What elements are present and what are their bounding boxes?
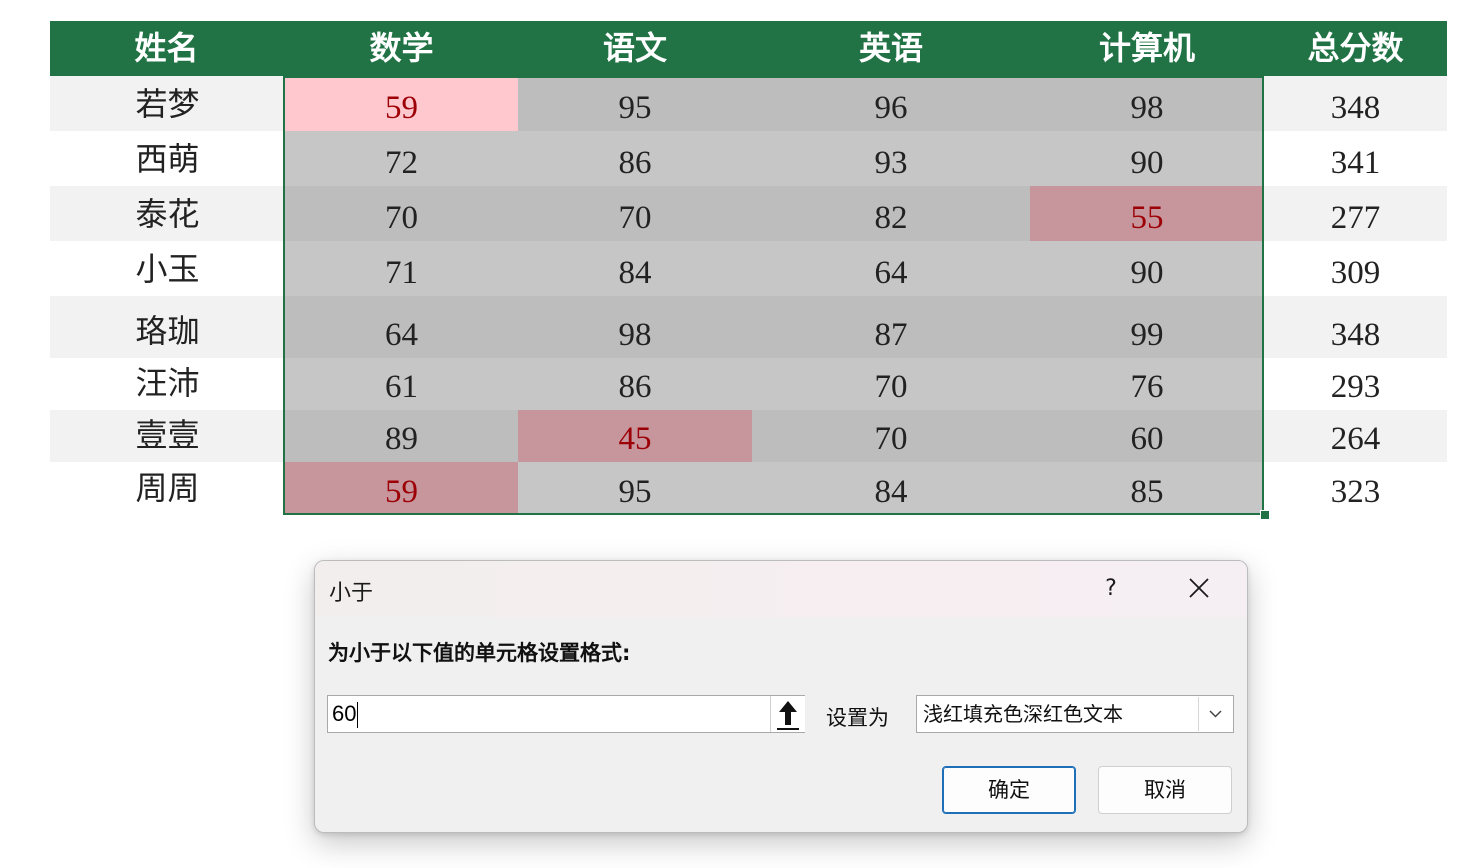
cell-chinese[interactable]: 45 (518, 410, 752, 462)
cell-english[interactable]: 70 (752, 358, 1030, 410)
value-text: 60 (332, 701, 357, 726)
cell-chinese[interactable]: 95 (518, 76, 752, 131)
cell-name[interactable]: 壹壹 (50, 410, 285, 462)
table-row: 若梦 59 95 96 98 348 (50, 76, 1447, 131)
cell-english[interactable]: 64 (752, 241, 1030, 296)
ok-button[interactable]: 确定 (942, 766, 1076, 814)
cell-name[interactable]: 小玉 (50, 241, 285, 296)
cell-english[interactable]: 87 (752, 296, 1030, 358)
cell-math[interactable]: 59 (285, 462, 518, 515)
cell-chinese[interactable]: 95 (518, 462, 752, 515)
format-dropdown[interactable]: 浅红填充色深红色文本 (916, 695, 1234, 733)
cell-math[interactable]: 70 (285, 186, 518, 241)
cell-english[interactable]: 93 (752, 131, 1030, 186)
value-input[interactable]: 60 (327, 695, 805, 733)
table-row: 汪沛 61 86 70 76 293 (50, 358, 1447, 410)
format-dropdown-value: 浅红填充色深红色文本 (923, 702, 1123, 726)
cell-english[interactable]: 82 (752, 186, 1030, 241)
table-row: 泰花 70 70 82 55 277 (50, 186, 1447, 241)
cell-math[interactable]: 59 (285, 76, 518, 131)
cell-total[interactable]: 293 (1264, 358, 1447, 410)
cell-math[interactable]: 71 (285, 241, 518, 296)
range-select-arrow-icon (777, 701, 799, 730)
text-caret (357, 702, 359, 729)
set-as-label: 设置为 (826, 706, 889, 730)
cell-total[interactable]: 309 (1264, 241, 1447, 296)
cell-computer[interactable]: 60 (1030, 410, 1264, 462)
cell-name[interactable]: 西萌 (50, 131, 285, 186)
dialog-title: 小于 (329, 581, 374, 606)
cell-name[interactable]: 泰花 (50, 186, 285, 241)
cell-math[interactable]: 89 (285, 410, 518, 462)
cell-computer[interactable]: 55 (1030, 186, 1264, 241)
cell-math[interactable]: 61 (285, 358, 518, 410)
cell-chinese[interactable]: 98 (518, 296, 752, 358)
cell-name[interactable]: 若梦 (50, 76, 285, 131)
dialog-prompt: 为小于以下值的单元格设置格式: (328, 641, 631, 665)
cell-math[interactable]: 64 (285, 296, 518, 358)
dropdown-arrow[interactable] (1198, 697, 1232, 731)
dialog-title-bar[interactable]: 小于 ? (315, 561, 1247, 617)
cell-chinese[interactable]: 70 (518, 186, 752, 241)
table-row: 壹壹 89 45 70 60 264 (50, 410, 1447, 462)
cell-total[interactable]: 348 (1264, 76, 1447, 131)
cell-computer[interactable]: 76 (1030, 358, 1264, 410)
cell-name[interactable]: 周周 (50, 462, 285, 515)
cell-computer[interactable]: 99 (1030, 296, 1264, 358)
cell-english[interactable]: 70 (752, 410, 1030, 462)
cell-computer[interactable]: 90 (1030, 241, 1264, 296)
fill-handle[interactable] (1260, 510, 1270, 520)
close-icon (1189, 578, 1209, 598)
cell-total[interactable]: 323 (1264, 462, 1447, 515)
cell-computer[interactable]: 85 (1030, 462, 1264, 515)
table-row: 珞珈 64 98 87 99 348 (50, 296, 1447, 358)
table-row: 西萌 72 86 93 90 341 (50, 131, 1447, 186)
cancel-button[interactable]: 取消 (1098, 766, 1232, 814)
table-row: 小玉 71 84 64 90 309 (50, 241, 1447, 296)
cell-total[interactable]: 341 (1264, 131, 1447, 186)
close-button[interactable] (1177, 571, 1221, 607)
cell-name[interactable]: 珞珈 (50, 296, 285, 358)
header-cell-chinese[interactable]: 语文 (518, 21, 752, 76)
cell-total[interactable]: 277 (1264, 186, 1447, 241)
help-button[interactable]: ? (1097, 571, 1125, 607)
table-row: 周周 59 95 84 85 323 (50, 462, 1447, 515)
cell-math[interactable]: 72 (285, 131, 518, 186)
cell-computer[interactable]: 90 (1030, 131, 1264, 186)
cell-name[interactable]: 汪沛 (50, 358, 285, 410)
cell-english[interactable]: 96 (752, 76, 1030, 131)
cell-total[interactable]: 348 (1264, 296, 1447, 358)
range-select-button[interactable] (770, 696, 805, 732)
cell-computer[interactable]: 98 (1030, 76, 1264, 131)
cell-chinese[interactable]: 86 (518, 131, 752, 186)
cell-total[interactable]: 264 (1264, 410, 1447, 462)
cell-chinese[interactable]: 84 (518, 241, 752, 296)
header-cell-name[interactable]: 姓名 (50, 21, 283, 76)
chevron-down-icon (1209, 710, 1222, 718)
less-than-dialog: 小于 ? 为小于以下值的单元格设置格式: 60 设置为 浅红填充色深红色文本 确… (314, 560, 1248, 833)
cell-chinese[interactable]: 86 (518, 358, 752, 410)
header-cell-computer[interactable]: 计算机 (1030, 21, 1264, 76)
header-cell-english[interactable]: 英语 (752, 21, 1030, 76)
header-cell-math[interactable]: 数学 (285, 21, 518, 76)
cell-english[interactable]: 84 (752, 462, 1030, 515)
header-cell-total[interactable]: 总分数 (1264, 21, 1447, 76)
header-row: 姓名 数学 语文 英语 计算机 总分数 (50, 21, 1447, 76)
